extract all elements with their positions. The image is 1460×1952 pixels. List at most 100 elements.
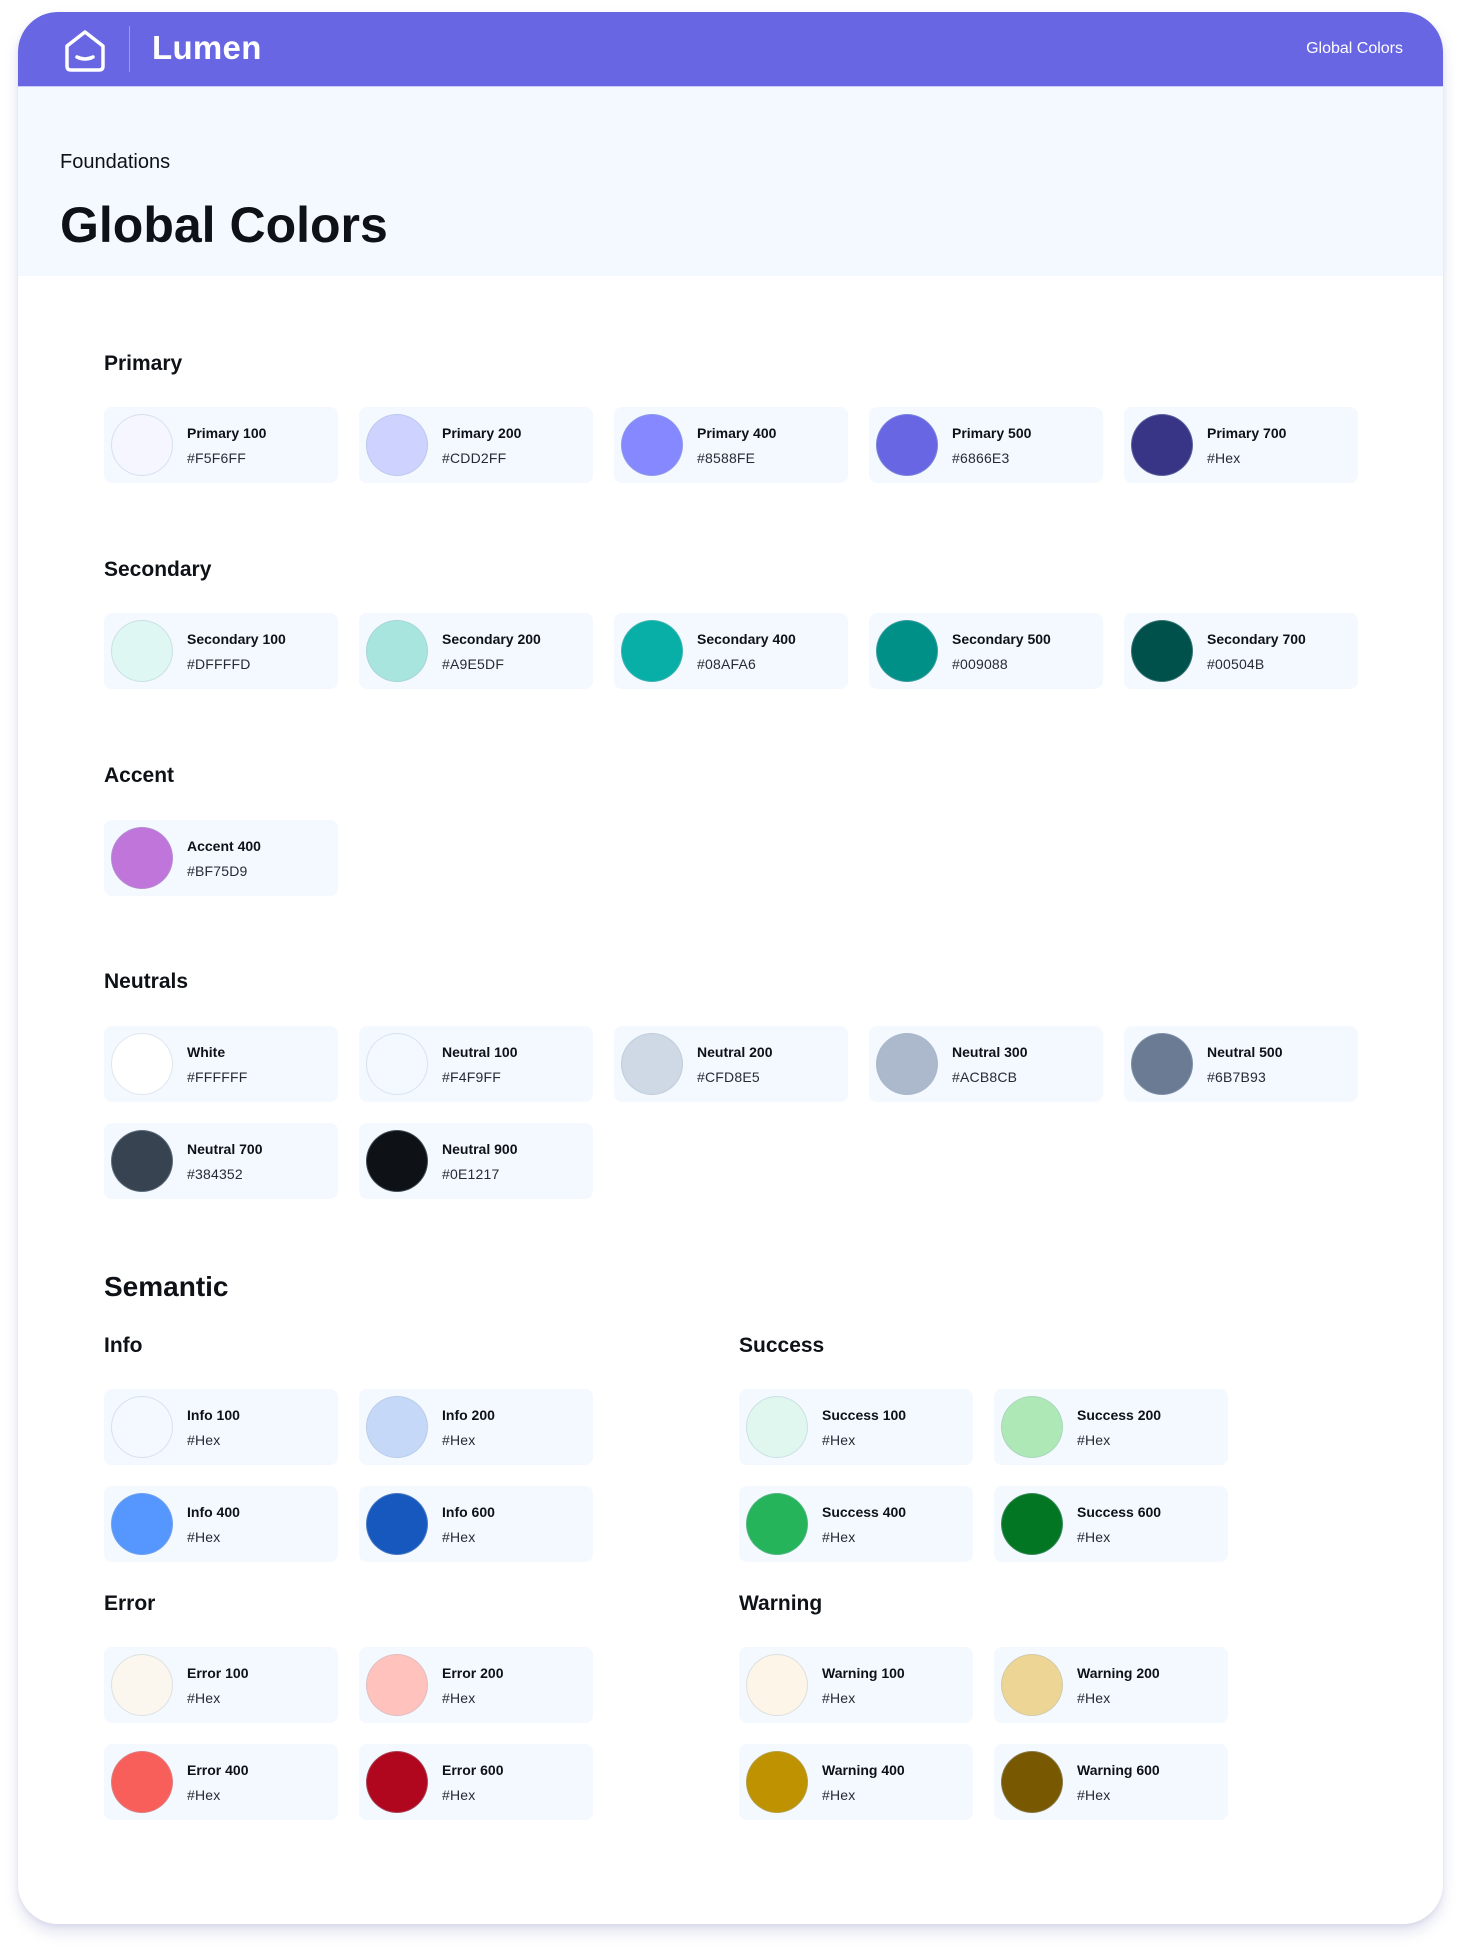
swatch-name: Primary 200 (442, 425, 522, 441)
swatch-hex[interactable]: #Hex (187, 1528, 220, 1546)
swatch-hex[interactable]: #08AFA6 (697, 655, 756, 673)
swatch-card-primary-700[interactable]: Primary 700 #Hex (1124, 407, 1358, 483)
swatch-hex[interactable]: #Hex (1207, 449, 1240, 467)
swatch-hex[interactable]: #ACB8CB (952, 1068, 1017, 1086)
swatch-hex[interactable]: #Hex (822, 1689, 855, 1707)
swatch-card-secondary-100[interactable]: Secondary 100 #DFFFFD (104, 613, 338, 689)
swatch-hex[interactable]: #009088 (952, 655, 1008, 673)
swatch-name: Info 200 (442, 1407, 495, 1423)
swatch-hex[interactable]: #BF75D9 (187, 862, 248, 880)
swatch-card-error-400[interactable]: Error 400 #Hex (104, 1744, 338, 1820)
swatch-name: Warning 100 (822, 1665, 905, 1681)
swatch-card-warning-200[interactable]: Warning 200 #Hex (994, 1647, 1228, 1723)
swatch-name: Warning 400 (822, 1762, 905, 1778)
swatch-card-info-400[interactable]: Info 400 #Hex (104, 1486, 338, 1562)
swatch-card-warning-600[interactable]: Warning 600 #Hex (994, 1744, 1228, 1820)
swatch-name: Primary 400 (697, 425, 777, 441)
swatch-card-info-200[interactable]: Info 200 #Hex (359, 1389, 593, 1465)
swatch-hex[interactable]: #Hex (1077, 1528, 1110, 1546)
swatch-name: Success 400 (822, 1504, 907, 1520)
swatch-hex[interactable]: #6B7B93 (1207, 1068, 1266, 1086)
swatch-card-error-100[interactable]: Error 100 #Hex (104, 1647, 338, 1723)
color-swatch-circle (366, 620, 428, 682)
swatch-card-neutral-900[interactable]: Neutral 900 #0E1217 (359, 1123, 593, 1199)
swatch-hex[interactable]: #Hex (187, 1786, 220, 1804)
swatch-card-secondary-200[interactable]: Secondary 200 #A9E5DF (359, 613, 593, 689)
color-swatch-circle (366, 1751, 428, 1813)
swatch-card-info-100[interactable]: Info 100 #Hex (104, 1389, 338, 1465)
swatch-hex[interactable]: #Hex (442, 1786, 475, 1804)
swatch-card-primary-500[interactable]: Primary 500 #6866E3 (869, 407, 1103, 483)
swatch-card-success-200[interactable]: Success 200 #Hex (994, 1389, 1228, 1465)
swatch-hex[interactable]: #8588FE (697, 449, 755, 467)
swatch-card-success-400[interactable]: Success 400 #Hex (739, 1486, 973, 1562)
swatch-hex[interactable]: #Hex (822, 1786, 855, 1804)
swatch-name: Secondary 500 (952, 631, 1051, 647)
color-swatch-circle (1131, 414, 1193, 476)
swatch-hex[interactable]: #CDD2FF (442, 449, 506, 467)
swatch-hex[interactable]: #F4F9FF (442, 1068, 501, 1086)
swatch-hex[interactable]: #Hex (187, 1431, 220, 1449)
swatch-card-primary-200[interactable]: Primary 200 #CDD2FF (359, 407, 593, 483)
swatch-card-error-200[interactable]: Error 200 #Hex (359, 1647, 593, 1723)
swatch-hex[interactable]: #384352 (187, 1165, 243, 1183)
color-swatch-circle (876, 1033, 938, 1095)
color-swatch-circle (1001, 1654, 1063, 1716)
swatch-card-neutral-500[interactable]: Neutral 500 #6B7B93 (1124, 1026, 1358, 1102)
swatch-card-neutral-700[interactable]: Neutral 700 #384352 (104, 1123, 338, 1199)
swatch-hex[interactable]: #A9E5DF (442, 655, 504, 673)
swatch-card-primary-400[interactable]: Primary 400 #8588FE (614, 407, 848, 483)
swatch-hex[interactable]: #Hex (1077, 1786, 1110, 1804)
color-swatch-circle (746, 1396, 808, 1458)
swatch-hex[interactable]: #Hex (442, 1431, 475, 1449)
color-swatch-circle (111, 1130, 173, 1192)
color-palette-content: Primary Primary 100 #F5F6FF Primary 200 #CDD… (18, 12, 1443, 1924)
swatch-card-primary-100[interactable]: Primary 100 #F5F6FF (104, 407, 338, 483)
swatch-hex[interactable]: #FFFFFF (187, 1068, 248, 1086)
swatch-card-secondary-400[interactable]: Secondary 400 #08AFA6 (614, 613, 848, 689)
swatch-hex[interactable]: #6866E3 (952, 449, 1009, 467)
swatch-card-error-600[interactable]: Error 600 #Hex (359, 1744, 593, 1820)
swatch-hex[interactable]: #F5F6FF (187, 449, 246, 467)
swatch-hex[interactable]: #Hex (822, 1431, 855, 1449)
color-swatch-circle (111, 1396, 173, 1458)
swatch-card-accent-400[interactable]: Accent 400 #BF75D9 (104, 820, 338, 896)
swatch-card-neutral-300[interactable]: Neutral 300 #ACB8CB (869, 1026, 1103, 1102)
color-swatch-circle (366, 1654, 428, 1716)
color-swatch-circle (876, 620, 938, 682)
swatch-card-secondary-700[interactable]: Secondary 700 #00504B (1124, 613, 1358, 689)
swatch-name: Success 100 (822, 1407, 907, 1423)
swatch-name: Neutral 200 (697, 1044, 773, 1060)
swatch-name: Secondary 400 (697, 631, 796, 647)
color-swatch-circle (111, 1751, 173, 1813)
swatch-hex[interactable]: #Hex (822, 1528, 855, 1546)
swatch-hex[interactable]: #Hex (1077, 1431, 1110, 1449)
swatch-name: Primary 500 (952, 425, 1032, 441)
swatch-hex[interactable]: #DFFFFD (187, 655, 251, 673)
swatch-name: Warning 200 (1077, 1665, 1160, 1681)
section-title-secondary: Secondary (104, 558, 212, 581)
swatch-hex[interactable]: #Hex (442, 1528, 475, 1546)
swatch-card-warning-100[interactable]: Warning 100 #Hex (739, 1647, 973, 1723)
swatch-card-success-100[interactable]: Success 100 #Hex (739, 1389, 973, 1465)
semantic-group-title-error: Error (104, 1592, 156, 1615)
swatch-card-neutral-200[interactable]: Neutral 200 #CFD8E5 (614, 1026, 848, 1102)
swatch-name: Error 100 (187, 1665, 249, 1681)
swatch-card-success-600[interactable]: Success 600 #Hex (994, 1486, 1228, 1562)
swatch-hex[interactable]: #Hex (442, 1689, 475, 1707)
swatch-card-info-600[interactable]: Info 600 #Hex (359, 1486, 593, 1562)
swatch-hex[interactable]: #0E1217 (442, 1165, 499, 1183)
color-swatch-circle (746, 1751, 808, 1813)
swatch-card-neutral-100[interactable]: Neutral 100 #F4F9FF (359, 1026, 593, 1102)
swatch-name: Info 400 (187, 1504, 240, 1520)
swatch-card-warning-400[interactable]: Warning 400 #Hex (739, 1744, 973, 1820)
swatch-card-secondary-500[interactable]: Secondary 500 #009088 (869, 613, 1103, 689)
swatch-hex[interactable]: #CFD8E5 (697, 1068, 760, 1086)
swatch-card-white[interactable]: White #FFFFFF (104, 1026, 338, 1102)
color-swatch-circle (111, 1493, 173, 1555)
swatch-hex[interactable]: #Hex (187, 1689, 220, 1707)
color-swatch-circle (366, 1396, 428, 1458)
swatch-hex[interactable]: #00504B (1207, 655, 1264, 673)
swatch-hex[interactable]: #Hex (1077, 1689, 1110, 1707)
swatch-name: Error 400 (187, 1762, 249, 1778)
